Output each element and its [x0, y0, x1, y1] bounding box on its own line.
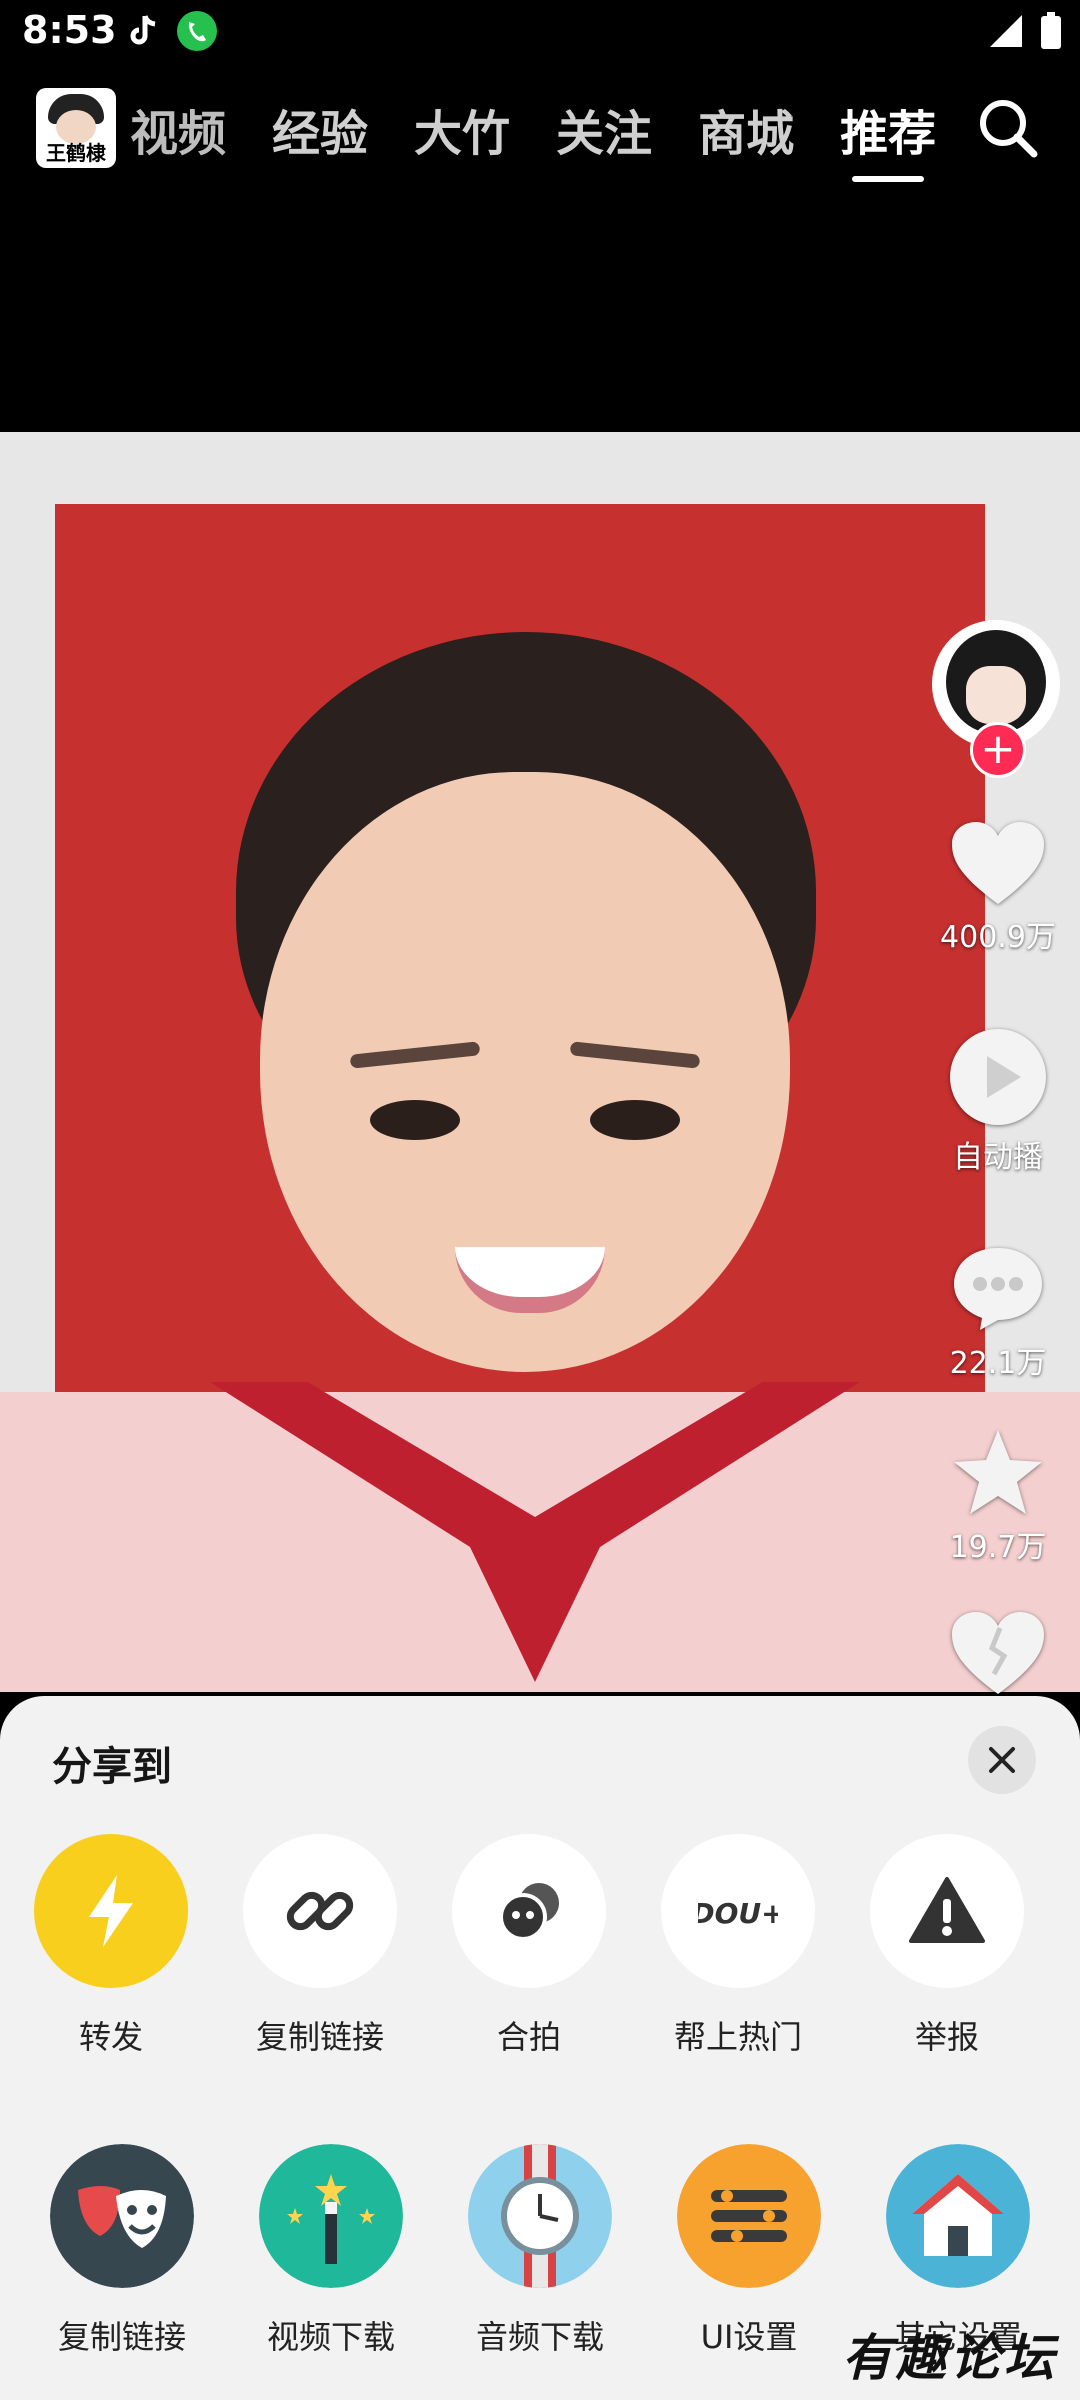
tiktok-icon — [130, 15, 156, 45]
tab-video[interactable]: 视频 — [130, 94, 226, 164]
share-forward[interactable]: 转发 — [11, 1834, 211, 2058]
logo-text: 王鹤棣 — [46, 141, 106, 165]
photo-eye-left — [370, 1100, 460, 1140]
share-dou-plus-circle: DOU+ — [661, 1834, 815, 1988]
plugin-ui-settings-circle — [677, 2144, 821, 2288]
magic-wand-icon — [259, 2144, 403, 2288]
status-system-icons — [988, 12, 1062, 50]
share-duet-circle — [452, 1834, 606, 1988]
svg-text:DOU+: DOU+ — [698, 1897, 778, 1930]
plugin-copy-link-circle — [50, 2144, 194, 2288]
plugin-ui-settings[interactable]: UI设置 — [649, 2144, 849, 2358]
play-icon — [950, 1029, 1046, 1125]
heart-icon — [952, 822, 1044, 904]
watch-icon — [468, 2144, 612, 2288]
share-duet[interactable]: 合拍 — [429, 1834, 629, 2058]
profile-logo[interactable]: 王鹤棣 — [36, 88, 116, 168]
creator-avatar-face — [966, 666, 1026, 724]
plugin-other-settings-circle — [886, 2144, 1030, 2288]
bolt-icon — [89, 1875, 133, 1947]
home-icon — [886, 2144, 1030, 2288]
top-navigation: 王鹤棣 视频 经验 大竹 关注 商城 推荐 — [0, 64, 1080, 192]
status-notification-icons — [128, 10, 218, 52]
photo-eye-right — [590, 1100, 680, 1140]
plugin-audio-download[interactable]: 音频下载 — [440, 2144, 640, 2358]
favorite-count: 19.7万 — [949, 1530, 1047, 1565]
search-icon[interactable] — [976, 96, 1040, 160]
share-report-circle — [870, 1834, 1024, 1988]
share-report-label: 举报 — [914, 2018, 979, 2056]
dou-plus-icon: DOU+ — [698, 1897, 778, 1930]
broken-heart-icon — [952, 1612, 1044, 1694]
share-copy-link[interactable]: 复制链接 — [220, 1834, 420, 2058]
plugin-copy-link[interactable]: 复制链接 — [22, 2144, 222, 2358]
plugin-video-download-label: 视频下载 — [266, 2318, 395, 2356]
plugin-video-download-circle — [259, 2144, 403, 2288]
star-icon — [954, 1430, 1042, 1514]
menu-icon — [677, 2144, 821, 2288]
like-button[interactable]: 400.9万 — [918, 820, 1078, 956]
tab-following[interactable]: 关注 — [556, 94, 652, 164]
autoplay-label: 自动播 — [953, 1140, 1043, 1175]
close-button[interactable] — [968, 1726, 1036, 1794]
tab-mall[interactable]: 商城 — [698, 94, 794, 164]
follow-button[interactable]: + — [970, 722, 1026, 778]
close-icon — [989, 1747, 1015, 1773]
plugin-audio-download-circle — [468, 2144, 612, 2288]
duet-icon — [499, 1883, 559, 1941]
share-duet-label: 合拍 — [496, 2018, 561, 2056]
plugin-audio-download-label: 音频下载 — [475, 2318, 604, 2356]
signal-icon — [990, 15, 1022, 47]
plugin-ui-settings-label: UI设置 — [700, 2318, 798, 2356]
favorite-button[interactable]: 19.7万 — [918, 1428, 1078, 1566]
theater-mask-icon — [50, 2144, 194, 2288]
share-forward-circle — [34, 1834, 188, 1988]
tab-bar: 视频 经验 大竹 关注 商城 推荐 — [130, 94, 982, 182]
share-forward-label: 转发 — [78, 2018, 143, 2056]
warning-icon — [909, 1877, 985, 1943]
link-icon — [286, 1891, 354, 1931]
share-copy-link-label: 复制链接 — [255, 2018, 384, 2056]
status-bar: 8:53 — [0, 0, 1080, 64]
tab-experience[interactable]: 经验 — [272, 94, 368, 164]
battery-icon — [1041, 12, 1061, 49]
dislike-button[interactable] — [918, 1610, 1078, 1702]
like-count: 400.9万 — [940, 920, 1056, 955]
share-copy-link-circle — [243, 1834, 397, 1988]
share-sheet: 分享到 转发 复制链接 合拍 OU 帮上热门 举报 复制链接 视频下载 音频下载… — [0, 1696, 1080, 2400]
tab-dazhu[interactable]: 大竹 — [414, 94, 510, 164]
autoplay-button[interactable]: 自动播 — [918, 1028, 1078, 1176]
comment-count: 22.1万 — [949, 1346, 1047, 1381]
tab-recommended[interactable]: 推荐 — [840, 94, 936, 182]
share-dou-plus[interactable]: DOU+ 帮上热门 — [638, 1834, 838, 2058]
share-report[interactable]: 举报 — [847, 1834, 1047, 2058]
phone-call-icon — [177, 11, 217, 51]
forum-watermark: 有趣论坛 — [842, 2328, 1058, 2387]
status-time: 8:53 — [22, 8, 117, 52]
share-dou-plus-label: 帮上热门 — [673, 2018, 802, 2056]
plugin-video-download[interactable]: 视频下载 — [231, 2144, 431, 2358]
comment-button[interactable]: 22.1万 — [918, 1242, 1078, 1382]
plugin-copy-link-label: 复制链接 — [57, 2318, 186, 2356]
comment-icon — [954, 1248, 1042, 1330]
share-sheet-title: 分享到 — [52, 1744, 172, 1790]
